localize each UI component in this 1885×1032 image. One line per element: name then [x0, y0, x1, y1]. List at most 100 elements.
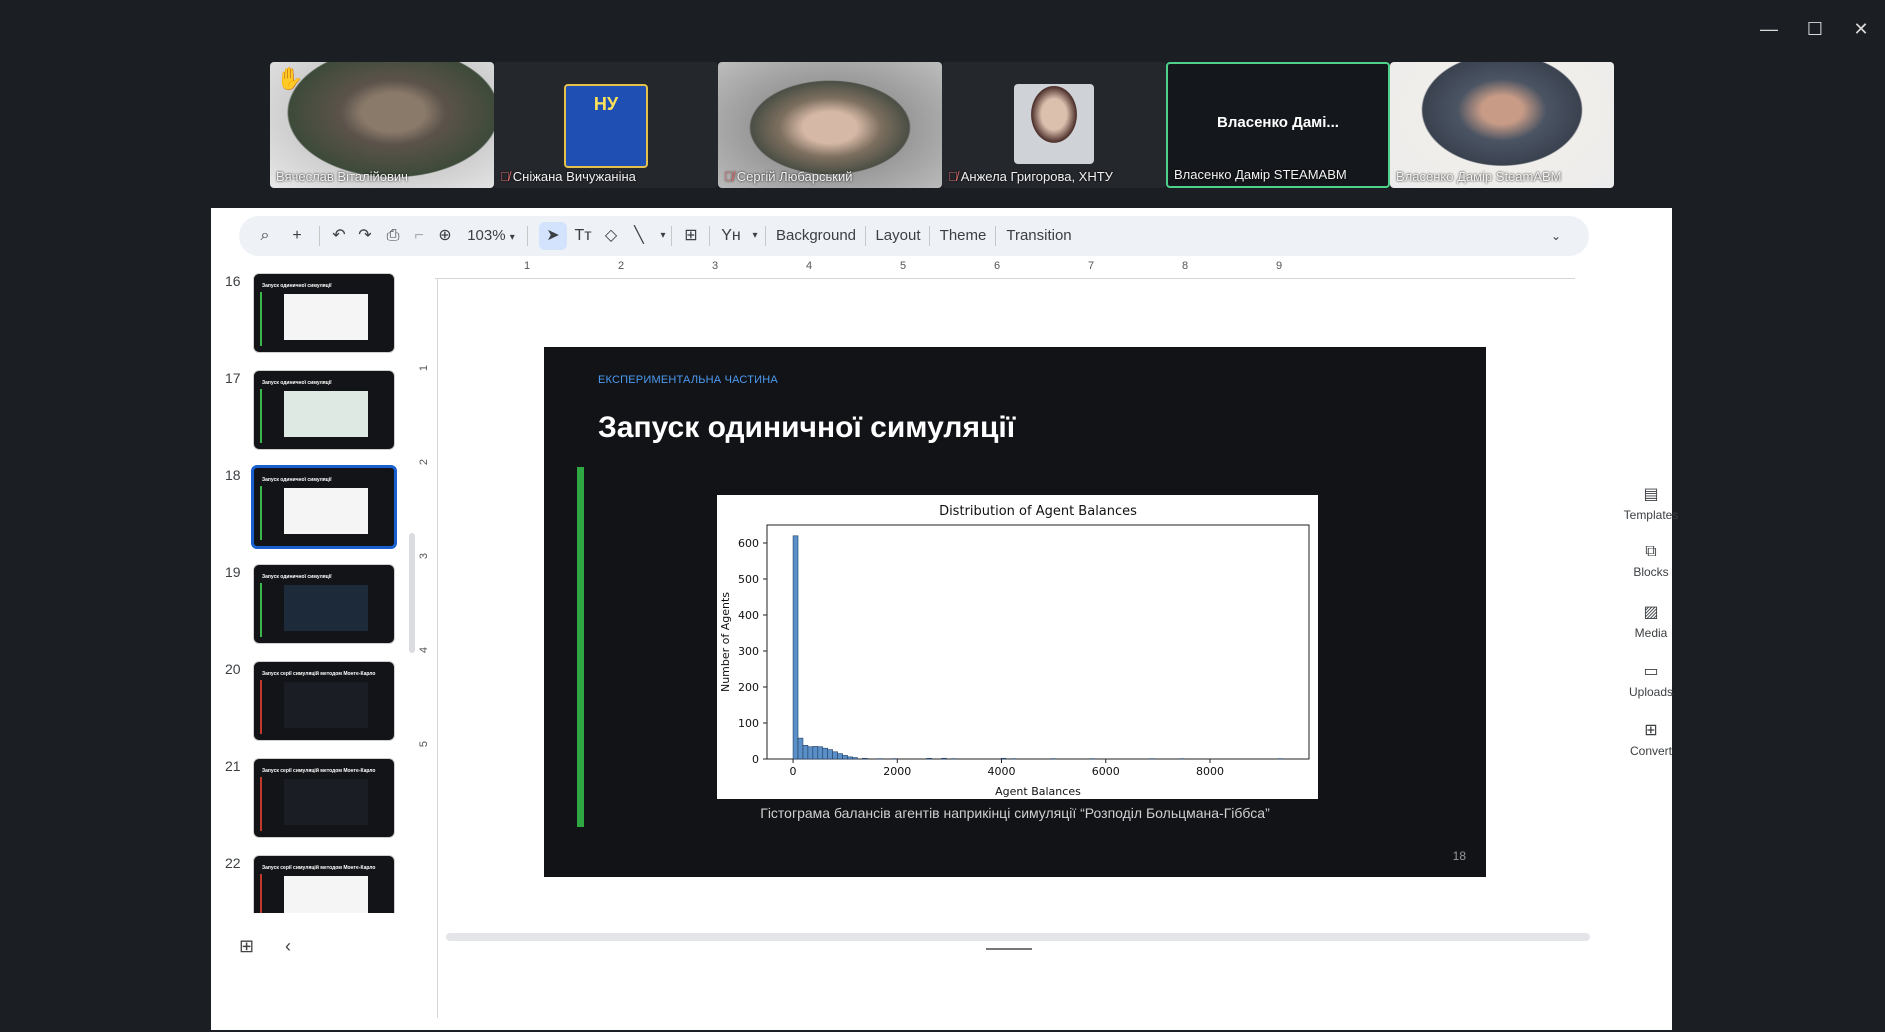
histogram-bar — [1000, 757, 1007, 760]
x-tick-label: 0 — [790, 765, 797, 778]
participant-name: Анжела Григорова, ХНТУ — [960, 169, 1113, 184]
histogram-bar — [862, 757, 868, 760]
participant-name: Сергій Любарський — [736, 169, 853, 184]
layout-button[interactable]: Layout — [871, 216, 925, 256]
histogram-bar — [807, 746, 814, 760]
comment-icon[interactable]: ⊞ — [677, 216, 705, 256]
transition-button[interactable]: Transition — [1001, 216, 1077, 256]
histogram-bar — [842, 755, 848, 760]
print-icon[interactable]: ⎙ — [379, 216, 407, 256]
x-axis-label: Agent Balances — [995, 785, 1081, 798]
histogram-bar — [926, 757, 932, 760]
x-tick-label: 4000 — [988, 765, 1016, 778]
slide-canvas[interactable]: ЕКСПЕРИМЕНТАЛЬНА ЧАСТИНА Запуск одинично… — [544, 347, 1486, 877]
media-button[interactable]: ▨ Media — [1616, 602, 1686, 640]
zoom-select[interactable]: 103% ▾ — [461, 216, 521, 256]
histogram-bar — [852, 757, 858, 760]
histogram-bar — [802, 745, 809, 760]
mic-muted-icon: 🎙̸ — [724, 169, 734, 184]
redo-icon[interactable]: ↷ — [351, 216, 379, 256]
convert-icon: ⊞ — [1644, 722, 1658, 739]
slide-thumbnail-18-selected[interactable]: 18 Запуск одиничної симуляції — [211, 465, 411, 557]
grid-view-icon[interactable]: ⊞ — [239, 936, 254, 957]
zoom-icon[interactable]: ⊕ — [431, 216, 459, 256]
y-tick-label: 600 — [738, 537, 759, 550]
theme-button[interactable]: Theme — [935, 216, 991, 256]
participant-tile[interactable]: ✋ Вячеслав Віталійович — [270, 62, 494, 188]
slide-caption: Гістограма балансів агентів наприкінці с… — [760, 805, 1270, 821]
resize-handle[interactable] — [986, 948, 1032, 950]
blocks-button[interactable]: ⧉ Blocks — [1616, 543, 1686, 579]
histogram-bar — [832, 751, 838, 760]
media-icon: ▨ — [1643, 604, 1659, 621]
y-tick-label: 500 — [738, 573, 759, 586]
collapse-filmstrip-icon[interactable]: ‹ — [285, 936, 291, 957]
histogram-bar — [817, 746, 824, 760]
participant-avatar — [1014, 84, 1094, 164]
chart-title: Distribution of Agent Balances — [939, 504, 1137, 519]
y-axis-label: Number of Agents — [719, 592, 732, 692]
convert-button[interactable]: ⊞ Convert — [1616, 720, 1686, 758]
slide-thumbnail-17[interactable]: 17 Запуск одиничної симуляції — [211, 370, 411, 460]
participant-name: Сніжана Вичужаніна — [512, 169, 636, 184]
text-box-icon[interactable]: Tт — [569, 216, 597, 256]
x-tick-label: 8000 — [1196, 765, 1224, 778]
templates-icon: ▤ — [1643, 486, 1659, 503]
search-icon[interactable]: ⌕ — [251, 216, 279, 256]
select-tool-icon[interactable]: ➤ — [539, 222, 567, 250]
editor-window: ⌕ + ↶ ↷ ⎙ ⌐ ⊕ 103% ▾ ➤ Tт ◇ ╲ ▾ ⊞ Yн ▾ B… — [211, 208, 1678, 1030]
histogram-bar — [837, 753, 843, 760]
y-tick-label: 100 — [738, 717, 759, 730]
mic-muted-icon: 🎙̸ — [500, 169, 510, 184]
participant-tile[interactable]: Власенко Дамір SteamABM — [1390, 62, 1614, 188]
chevron-down-icon: ▾ — [509, 232, 515, 243]
slide-thumbnail-20[interactable]: 20 Запуск серії симуляцій методом Монте-… — [211, 661, 411, 751]
folder-icon: ▭ — [1643, 663, 1659, 680]
slide-thumbnail-22[interactable]: 22 Запуск серії симуляцій методом Монте-… — [211, 855, 411, 913]
participant-tile-active-speaker[interactable]: Власенко Дамі... Власенко Дамір STEAMABM — [1166, 62, 1390, 188]
slide-thumbnail-21[interactable]: 21 Запуск серії симуляцій методом Монте-… — [211, 758, 411, 848]
maximize-button[interactable]: ☐ — [1800, 14, 1830, 44]
histogram-bar — [812, 746, 819, 760]
participant-tile[interactable]: 🎙̸ Сергій Любарський — [718, 62, 942, 188]
participant-name: Власенко Дамір STEAMABM — [1174, 167, 1347, 182]
plot-area — [766, 524, 1310, 760]
filmstrip-scrollbar[interactable] — [409, 533, 415, 653]
histogram-chart[interactable]: Distribution of Agent Balances 0 2000 4000 6… — [717, 495, 1318, 799]
horizontal-ruler: 1 2 3 4 5 6 7 8 9 — [435, 260, 1575, 279]
y-tick-label: 400 — [738, 609, 759, 622]
slide-title[interactable]: Запуск одиничної симуляції — [598, 411, 1015, 445]
chevron-down-icon[interactable]: ▾ — [649, 216, 677, 256]
undo-icon[interactable]: ↶ — [325, 216, 353, 256]
slide-page-number: 18 — [1452, 849, 1466, 863]
canvas-horizontal-scrollbar[interactable] — [446, 933, 1590, 941]
paint-format-icon[interactable]: ⌐ — [405, 216, 433, 256]
editor-toolbar: ⌕ + ↶ ↷ ⎙ ⌐ ⊕ 103% ▾ ➤ Tт ◇ ╲ ▾ ⊞ Yн ▾ B… — [239, 216, 1589, 256]
x-tick-label: 2000 — [883, 765, 911, 778]
histogram-bar — [822, 747, 829, 760]
close-button[interactable]: ✕ — [1846, 14, 1876, 44]
histogram-bar — [827, 749, 833, 760]
slide-filmstrip[interactable]: 16 Запуск одиничної симуляції 17 Запуск … — [211, 268, 411, 913]
collapse-toolbar-icon[interactable]: ⌄ — [1542, 216, 1570, 256]
histogram-svg: Distribution of Agent Balances0 2000 4000 6… — [719, 504, 1310, 798]
y-tick-label: 200 — [738, 681, 759, 694]
zoom-value: 103% — [467, 227, 506, 244]
templates-button[interactable]: ▤ Templates — [1616, 484, 1686, 522]
y-tick-label: 0 — [752, 753, 759, 766]
histogram-bar — [941, 757, 947, 760]
slide-thumbnail-16[interactable]: 16 Запуск одиничної симуляції — [211, 273, 411, 363]
participant-name: Вячеслав Віталійович — [276, 169, 408, 184]
slide-kicker: ЕКСПЕРИМЕНТАЛЬНА ЧАСТИНА — [598, 374, 778, 386]
x-tick-label: 6000 — [1092, 765, 1120, 778]
participant-tile[interactable]: НУ 🎙̸ Сніжана Вичужаніна — [494, 62, 718, 188]
background-button[interactable]: Background — [771, 216, 861, 256]
shape-icon[interactable]: ◇ — [597, 216, 625, 256]
add-icon[interactable]: + — [283, 216, 311, 256]
accent-bar — [577, 467, 584, 827]
participant-tile[interactable]: 🎙̸ Анжела Григорова, ХНТУ — [942, 62, 1166, 188]
minimize-button[interactable]: — — [1754, 14, 1784, 44]
slide-thumbnail-19[interactable]: 19 Запуск одиничної симуляції — [211, 564, 411, 654]
y-tick-label: 300 — [738, 645, 759, 658]
uploads-button[interactable]: ▭ Uploads — [1616, 661, 1686, 699]
